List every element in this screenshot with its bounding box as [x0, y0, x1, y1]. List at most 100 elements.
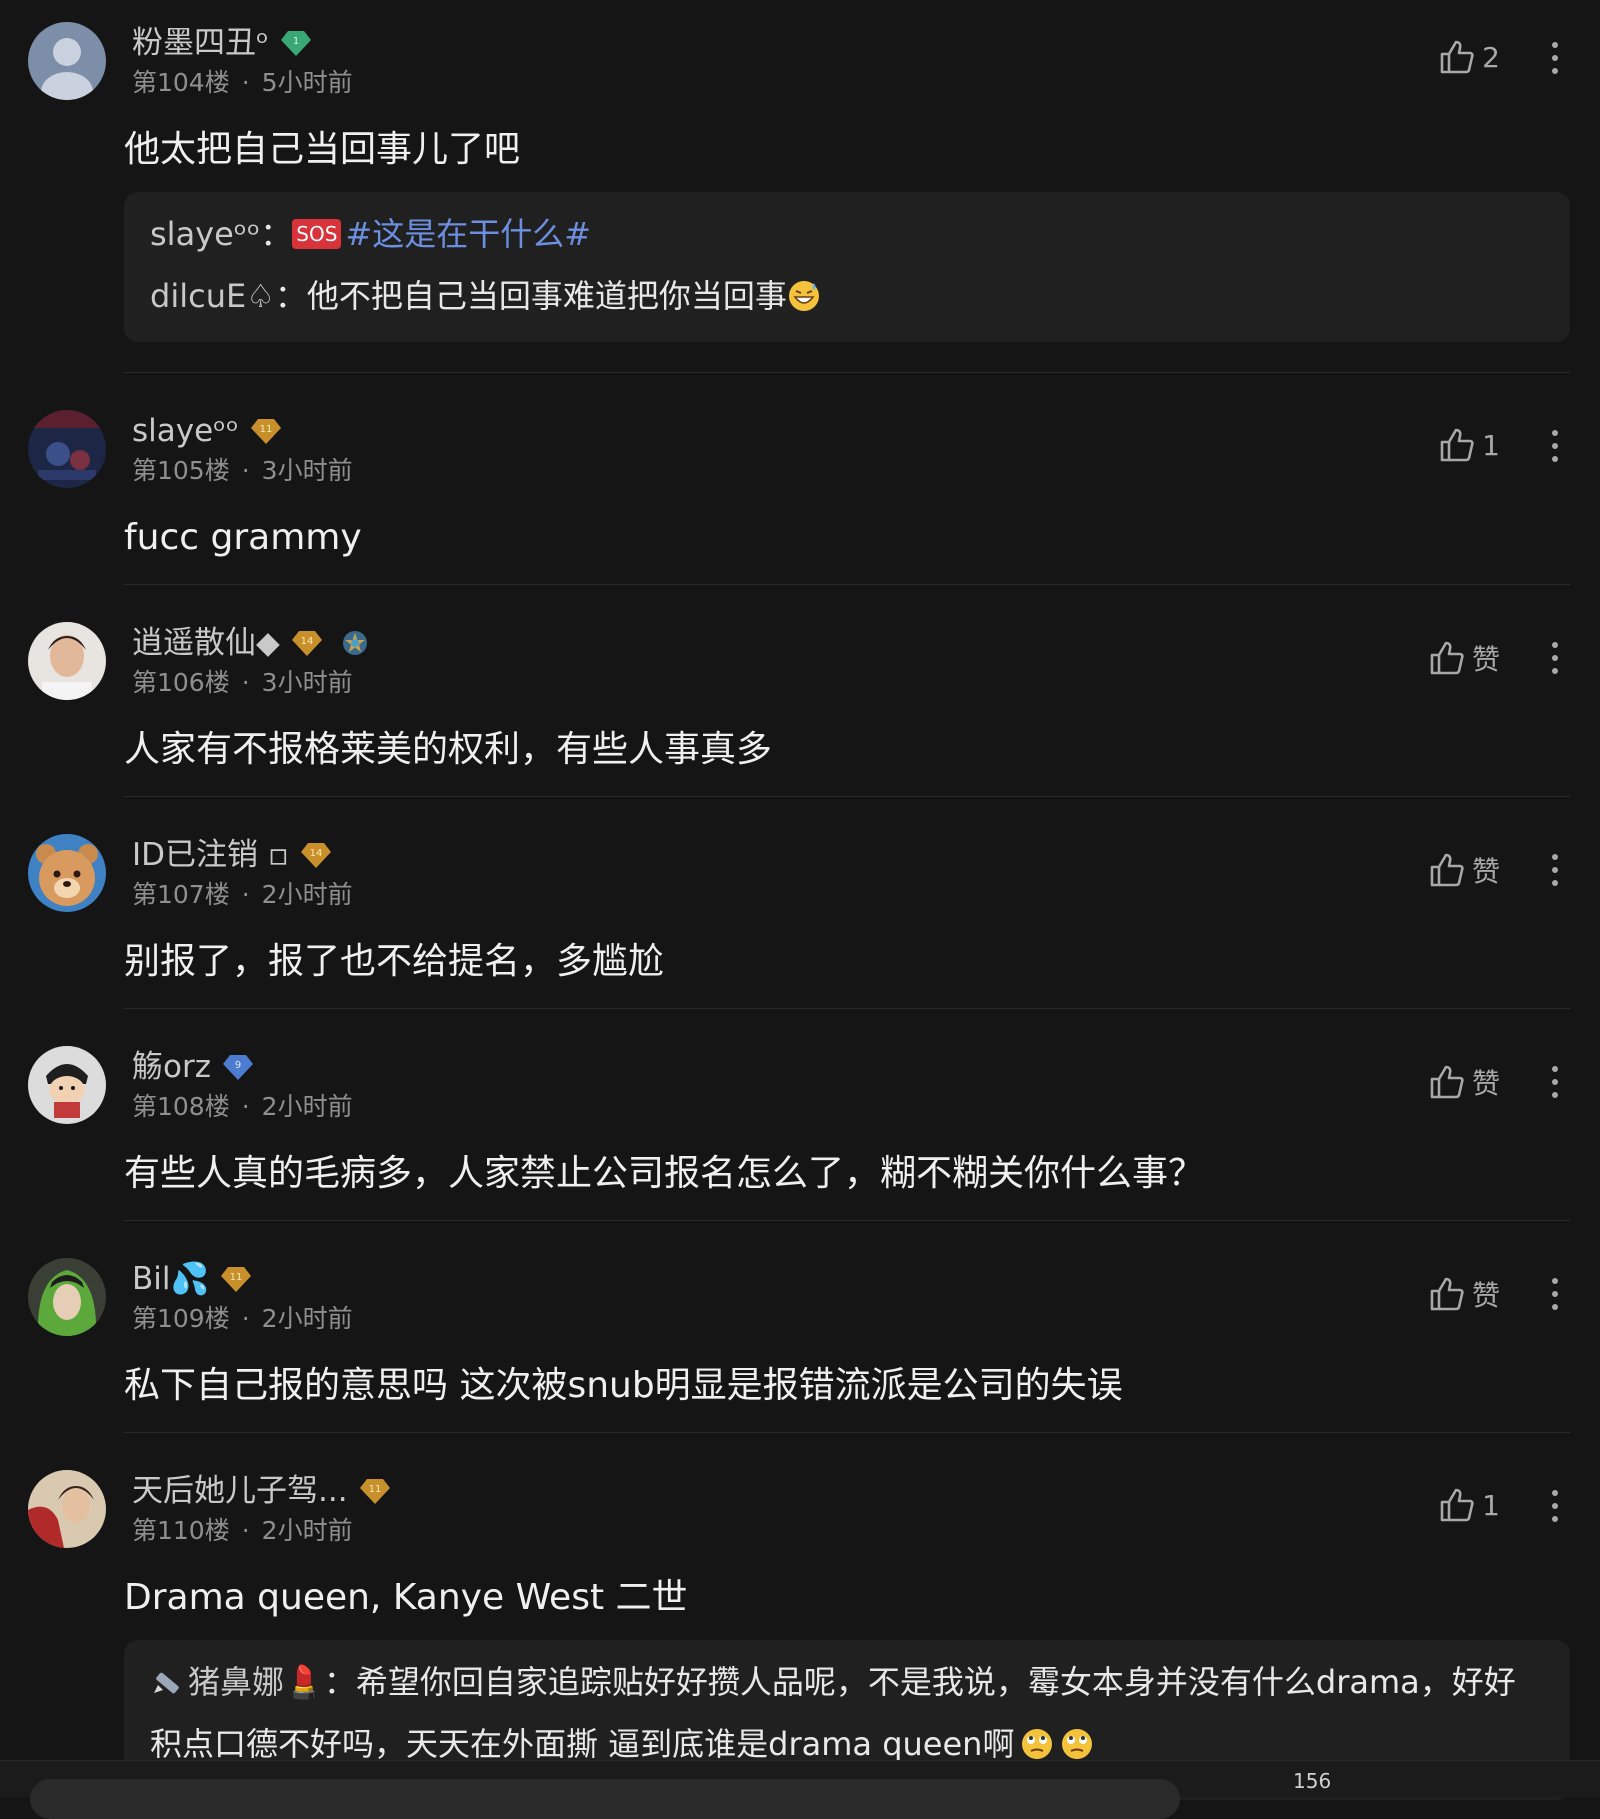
username[interactable]: 天后她儿子驾... [132, 1470, 348, 1512]
comment-meta: 第109楼 · 2小时前 [132, 1304, 353, 1333]
reply-separator: ： [274, 277, 307, 315]
level-badge-icon: 14 [299, 840, 333, 870]
more-options-icon[interactable] [1548, 640, 1562, 676]
verified-badge-icon [338, 628, 372, 658]
avatar[interactable] [28, 1046, 106, 1124]
comment-text: 有些人真的毛病多，人家禁止公司报名怎么了，糊不糊关你什么事？ [124, 1153, 1205, 1194]
reply-text: 积点口德不好吗，天天在外面撕 逼到底谁是drama queen啊 [150, 1725, 1015, 1763]
username-row: 粉墨四丑ᵒ 1 [132, 22, 313, 64]
comment-meta: 第110楼 · 2小时前 [132, 1516, 353, 1545]
level-badge-icon: 11 [249, 416, 283, 446]
avatar[interactable] [28, 410, 106, 488]
sos-emoji-icon: SOS [292, 219, 342, 249]
more-options-icon[interactable] [1548, 1064, 1562, 1100]
like-count: 1 [1482, 428, 1500, 462]
thumbs-up-icon [1440, 1488, 1474, 1522]
more-options-icon[interactable] [1548, 1488, 1562, 1524]
username[interactable]: 觞orz [132, 1046, 211, 1088]
level-badge-icon: 11 [358, 1476, 392, 1506]
like-button[interactable]: 1 [1438, 426, 1500, 464]
floor-number: 第109楼 [132, 1304, 230, 1333]
avatar[interactable] [28, 22, 106, 100]
comment-text: 私下自己报的意思吗 这次被snub明显是报错流派是公司的失误 [124, 1365, 1123, 1406]
reply-author[interactable]: slayeᵒᵒ [150, 215, 260, 253]
avatar[interactable] [28, 834, 106, 912]
avatar[interactable] [28, 1258, 106, 1336]
reply-author[interactable]: 猪鼻娜💄 [188, 1663, 324, 1701]
comment-text: 人家有不报格莱美的权利，有些人事真多 [124, 729, 773, 770]
like-count: 赞 [1471, 1067, 1500, 1100]
floor-number: 第108楼 [132, 1092, 230, 1121]
username-row: Bil💦 11 [132, 1258, 253, 1300]
like-button[interactable]: 1 [1438, 1486, 1500, 1524]
timestamp: 2小时前 [261, 1304, 353, 1333]
floor-number: 第107楼 [132, 880, 230, 909]
bottom-comment-bar: 156 [0, 1760, 1600, 1819]
timestamp: 2小时前 [261, 1092, 353, 1121]
comment-text: Drama queen, Kanye West 二世 [124, 1577, 688, 1618]
svg-text:14: 14 [300, 636, 313, 647]
comment-text: 他太把自己当回事儿了吧 [124, 129, 521, 170]
like-count: 2 [1482, 40, 1500, 74]
like-button[interactable]: 赞 [1428, 1274, 1500, 1314]
thumbs-up-icon [1440, 40, 1474, 74]
username-row: slayeᵒᵒ 11 [132, 410, 283, 452]
thumbs-up-icon [1430, 641, 1464, 675]
more-options-icon[interactable] [1548, 852, 1562, 888]
username[interactable]: 逍遥散仙◆ [132, 622, 280, 664]
level-badge-icon: 1 [279, 28, 313, 58]
like-button[interactable]: 赞 [1428, 1062, 1500, 1102]
reply-text: 希望你回自家追踪贴好好攒人品呢，不是我说，霉女本身并没有什么drama，好好 [355, 1663, 1516, 1701]
avatar[interactable] [28, 1470, 106, 1548]
thumbs-up-icon [1430, 1065, 1464, 1099]
comment-text: 别报了，报了也不给提名，多尴尬 [124, 941, 665, 982]
hashtag-link[interactable]: #这是在干什么# [345, 215, 591, 253]
username[interactable]: 粉墨四丑ᵒ [132, 22, 269, 64]
like-count: 赞 [1471, 643, 1500, 676]
svg-text:11: 11 [368, 1484, 381, 1495]
more-options-icon[interactable] [1548, 1276, 1562, 1312]
svg-text:1: 1 [293, 36, 299, 47]
reply-preview[interactable]: slayeᵒᵒ： SOS #这是在干什么# dilcuE♤：他不把自己当回事难道把你… [124, 192, 1570, 342]
thumbs-up-icon [1440, 428, 1474, 462]
level-badge-icon: 9 [221, 1052, 255, 1082]
username-row: 觞orz 9 [132, 1046, 255, 1088]
more-options-icon[interactable] [1548, 40, 1562, 76]
username[interactable]: Bil💦 [132, 1258, 209, 1300]
like-button[interactable]: 2 [1438, 38, 1500, 76]
svg-text:11: 11 [230, 1272, 243, 1283]
face-rolling-eyes-icon [1020, 1727, 1054, 1761]
reply-separator: ： [323, 1663, 356, 1701]
divider [124, 1220, 1570, 1221]
like-button[interactable]: 赞 [1428, 638, 1500, 678]
reply-author[interactable]: dilcuE♤ [150, 277, 275, 315]
svg-text:9: 9 [235, 1060, 241, 1071]
face-rolling-eyes-icon [1060, 1727, 1094, 1761]
like-count: 赞 [1471, 1279, 1500, 1312]
comment-text: fucc grammy [124, 517, 362, 558]
floor-number: 第104楼 [132, 68, 230, 97]
thumbs-up-icon [1430, 853, 1464, 887]
timestamp: 3小时前 [261, 668, 353, 697]
comment-count[interactable]: 156 [1293, 1769, 1331, 1793]
like-button[interactable]: 赞 [1428, 850, 1500, 890]
reply-item: slayeᵒᵒ： SOS #这是在干什么# [150, 212, 591, 256]
username[interactable]: ID已注销 ▫ [132, 834, 289, 876]
reply-item: dilcuE♤：他不把自己当回事难道把你当回事 [150, 274, 821, 318]
divider [124, 1008, 1570, 1009]
username[interactable]: slayeᵒᵒ [132, 410, 239, 452]
level-badge-icon: 11 [219, 1264, 253, 1294]
level-badge-icon: 14 [290, 628, 324, 658]
username-row: 逍遥散仙◆ 14 [132, 622, 372, 664]
like-count: 1 [1482, 1488, 1500, 1522]
comment-input[interactable] [30, 1779, 1180, 1819]
timestamp: 2小时前 [261, 880, 353, 909]
more-options-icon[interactable] [1548, 428, 1562, 464]
floor-number: 第105楼 [132, 456, 230, 485]
thumbs-up-icon [1430, 1277, 1464, 1311]
divider [124, 796, 1570, 797]
avatar[interactable] [28, 622, 106, 700]
like-count: 赞 [1471, 855, 1500, 888]
svg-text:14: 14 [310, 848, 323, 859]
divider [124, 584, 1570, 585]
